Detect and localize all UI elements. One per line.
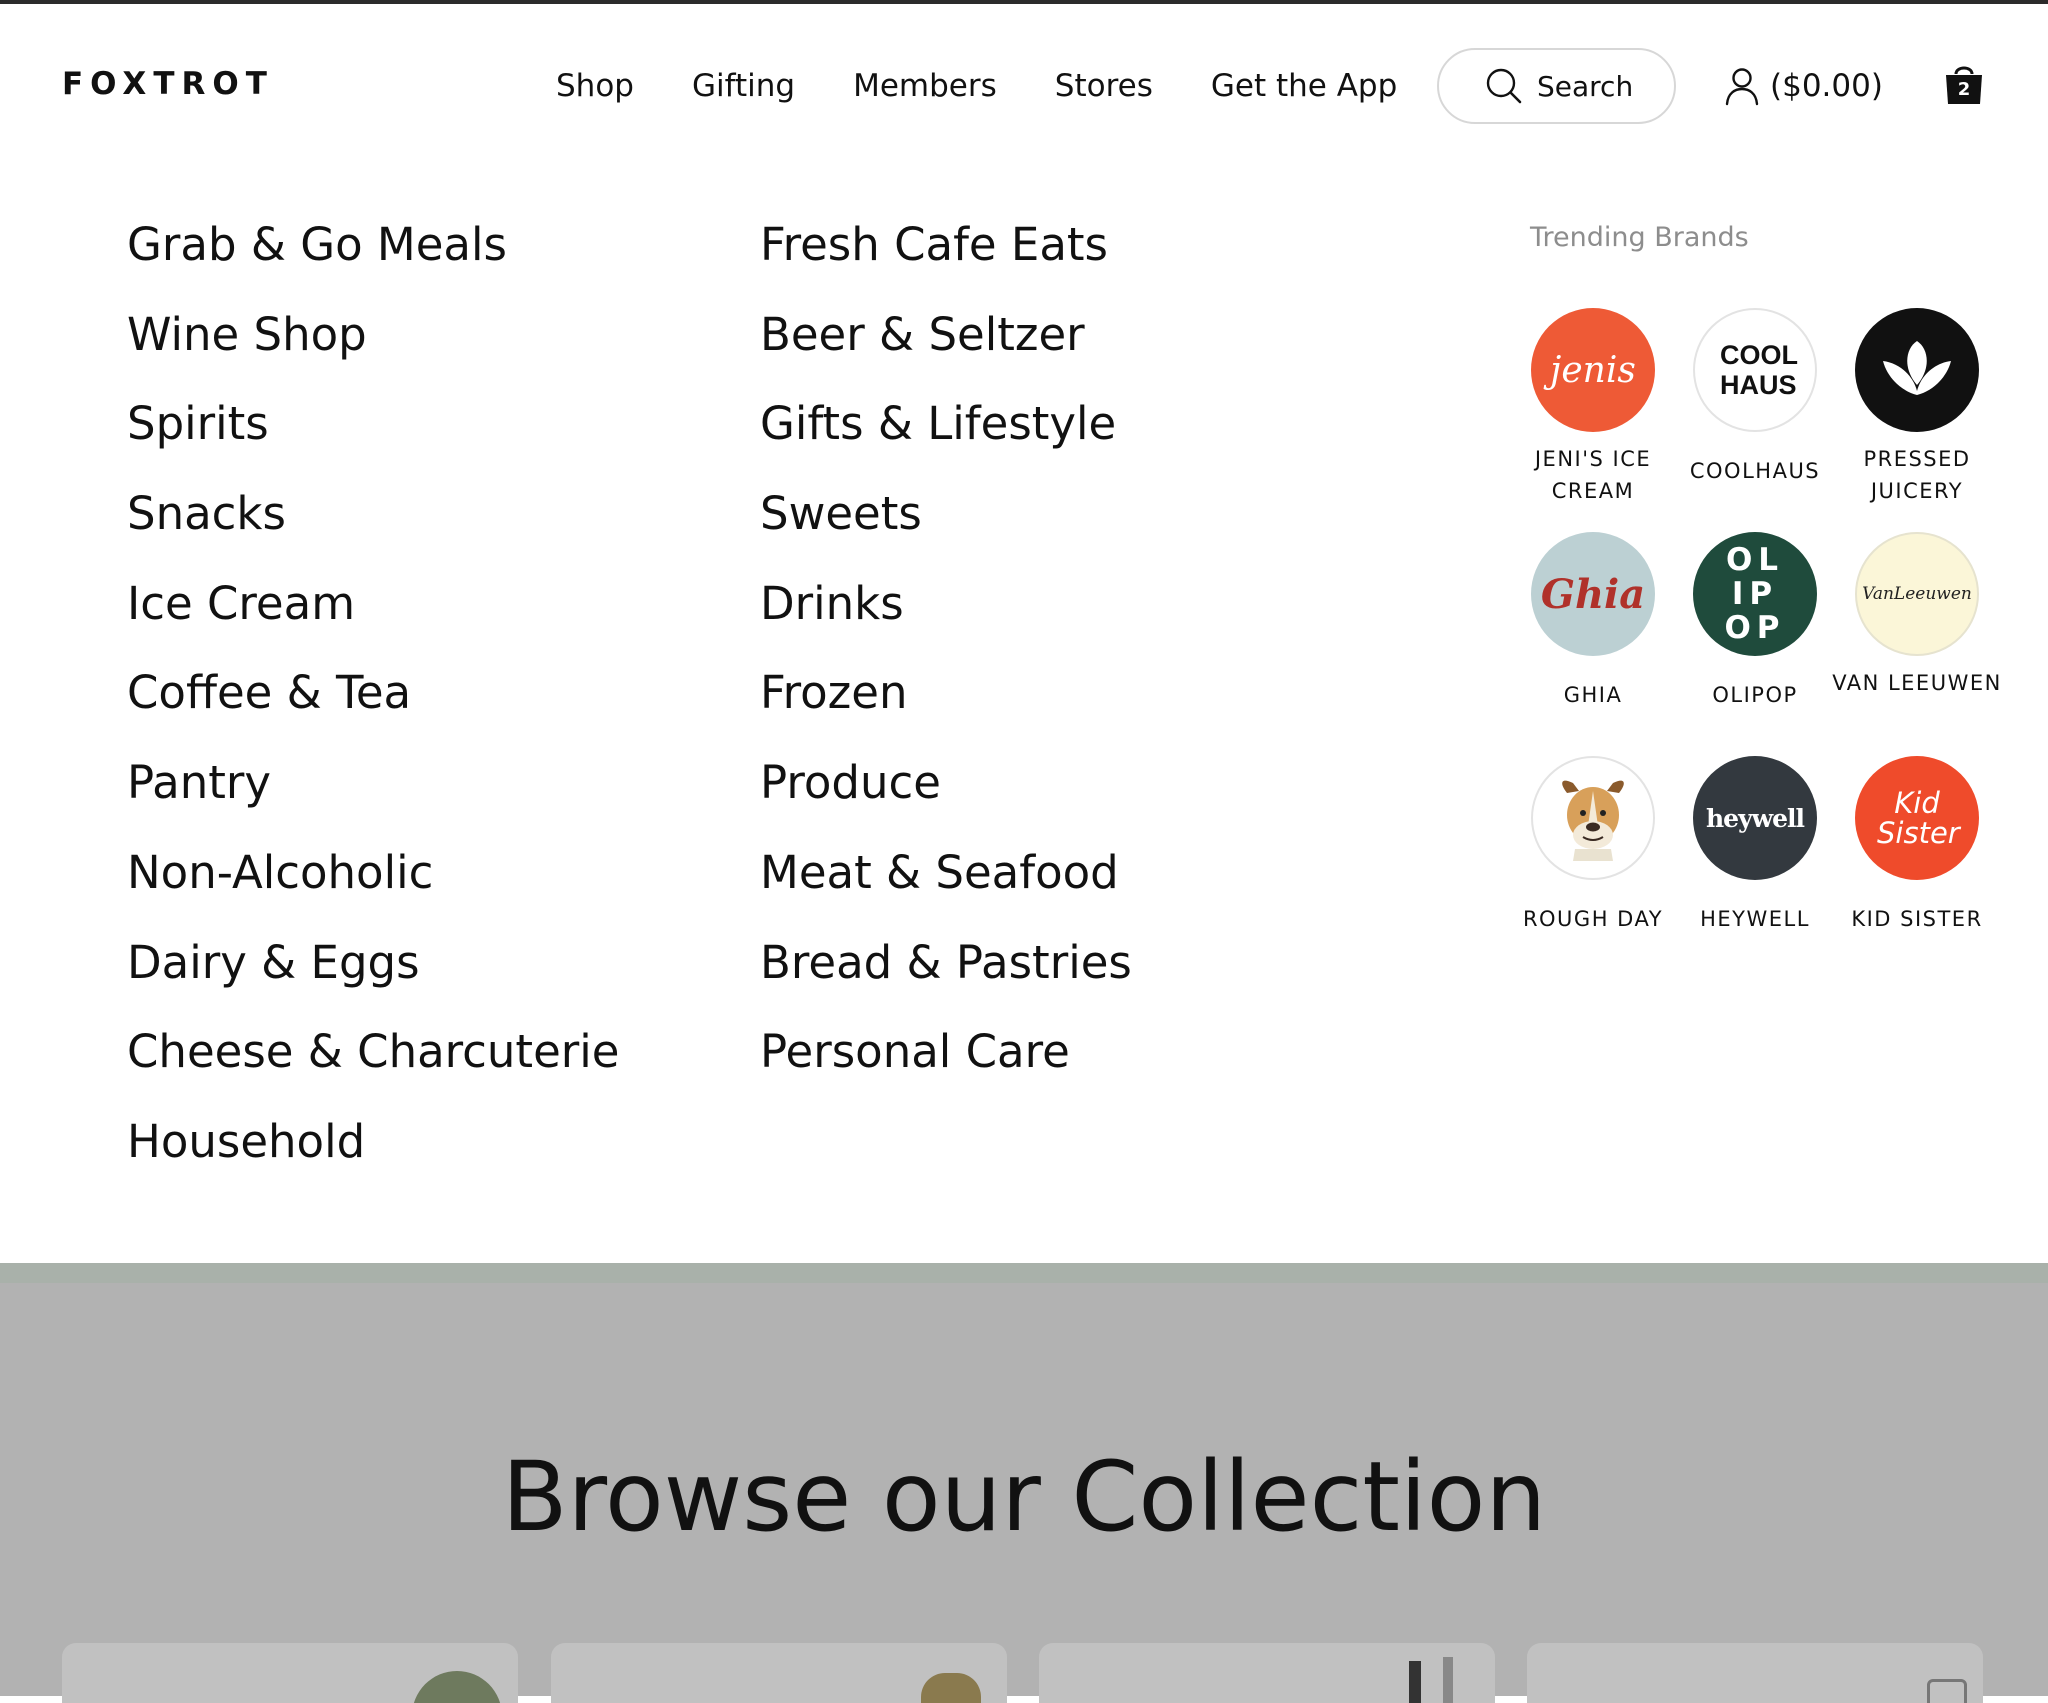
brand-name: JENI'S ICE CREAM [1534, 447, 1652, 503]
search-button[interactable]: Search [1437, 48, 1676, 124]
search-label: Search [1537, 69, 1634, 103]
brand-name: COOLHAUS [1689, 459, 1821, 483]
van-leeuwen-logo: VanLeeuwen [1855, 532, 1979, 656]
collection-card[interactable] [62, 1643, 518, 1703]
category-personal-care[interactable]: Personal Care [760, 1021, 1132, 1111]
category-pantry[interactable]: Pantry [127, 752, 619, 842]
category-coffee-and-tea[interactable]: Coffee & Tea [127, 662, 619, 752]
brand-name: GHIA [1563, 683, 1623, 707]
category-frozen[interactable]: Frozen [760, 662, 1132, 752]
section-divider [0, 1263, 2048, 1283]
category-household[interactable]: Household [127, 1111, 619, 1201]
user-icon [1725, 68, 1759, 106]
category-gifts-and-lifestyle[interactable]: Gifts & Lifestyle [760, 393, 1132, 483]
food-image [412, 1671, 502, 1703]
collection-card[interactable] [551, 1643, 1007, 1703]
category-sweets[interactable]: Sweets [760, 483, 1132, 573]
collection-card[interactable] [1527, 1643, 1983, 1703]
category-meat-and-seafood[interactable]: Meat & Seafood [760, 842, 1132, 932]
category-wine-shop[interactable]: Wine Shop [127, 304, 619, 394]
category-column-right: Fresh Cafe Eats Beer & Seltzer Gifts & L… [760, 214, 1132, 1111]
olipop-logo: OLIPOP [1693, 532, 1817, 656]
trending-brands-heading: Trending Brands [1530, 222, 1749, 253]
account-balance: ($0.00) [1770, 68, 1883, 104]
brand-heywell[interactable]: heywell HEYWELL [1670, 756, 1840, 935]
category-cheese-and-charcuterie[interactable]: Cheese & Charcuterie [127, 1021, 619, 1111]
nav-members[interactable]: Members [853, 68, 997, 104]
bulldog-logo-icon [1531, 756, 1655, 880]
browse-collection-section: Browse our Collection [0, 1263, 2048, 1703]
brand-name: HEYWELL [1700, 907, 1810, 931]
foxtrot-logo[interactable]: FOXTROT [62, 66, 274, 102]
brand-name: VAN LEEUWEN [1832, 671, 2002, 695]
nav-gifting[interactable]: Gifting [692, 68, 795, 104]
category-beer-and-seltzer[interactable]: Beer & Seltzer [760, 304, 1132, 394]
kid-sister-logo: Kid Sister [1855, 756, 1979, 880]
site-header: FOXTROT Shop Gifting Members Stores Get … [0, 4, 2048, 164]
ghia-logo: Ghia [1531, 532, 1655, 656]
brand-pressed-juicery[interactable]: PRESSED JUICERY [1832, 308, 2002, 507]
brand-name: PRESSED JUICERY [1863, 447, 1971, 503]
nav-shop[interactable]: Shop [556, 68, 634, 104]
leaf-logo-icon [1855, 308, 1979, 432]
brand-kid-sister[interactable]: Kid Sister KID SISTER [1832, 756, 2002, 935]
brand-jenis[interactable]: jenis JENI'S ICE CREAM [1508, 308, 1678, 507]
cart-count-badge: 2 [1957, 79, 1971, 100]
account-button[interactable]: ($0.00) [1724, 66, 1883, 106]
search-icon [1486, 68, 1522, 104]
coolhaus-logo: COOL HAUS [1693, 308, 1817, 432]
category-spirits[interactable]: Spirits [127, 393, 619, 483]
jenis-logo: jenis [1531, 308, 1655, 432]
category-fresh-cafe-eats[interactable]: Fresh Cafe Eats [760, 214, 1132, 304]
brand-olipop[interactable]: OLIPOP OLIPOP [1670, 532, 1840, 711]
collection-card[interactable] [1039, 1643, 1495, 1703]
category-snacks[interactable]: Snacks [127, 483, 619, 573]
category-dairy-and-eggs[interactable]: Dairy & Eggs [127, 932, 619, 1022]
nav-get-the-app[interactable]: Get the App [1211, 68, 1397, 104]
category-ice-cream[interactable]: Ice Cream [127, 573, 619, 663]
bottle-image [1443, 1657, 1453, 1703]
heywell-logo: heywell [1693, 756, 1817, 880]
bottle-image [1409, 1661, 1421, 1703]
brand-name: KID SISTER [1851, 907, 1983, 931]
food-image [921, 1673, 981, 1703]
category-bread-and-pastries[interactable]: Bread & Pastries [760, 932, 1132, 1022]
category-drinks[interactable]: Drinks [760, 573, 1132, 663]
brand-rough-day[interactable]: ROUGH DAY [1508, 756, 1678, 935]
category-column-left: Grab & Go Meals Wine Shop Spirits Snacks… [127, 214, 619, 1201]
brand-name: ROUGH DAY [1522, 907, 1664, 931]
brand-coolhaus[interactable]: COOL HAUS COOLHAUS [1670, 308, 1840, 487]
category-grab-and-go-meals[interactable]: Grab & Go Meals [127, 214, 619, 304]
category-non-alcoholic[interactable]: Non-Alcoholic [127, 842, 619, 932]
category-produce[interactable]: Produce [760, 752, 1132, 842]
cart-button[interactable]: 2 [1942, 62, 1986, 106]
browse-collection-title: Browse our Collection [501, 1441, 1547, 1553]
brand-ghia[interactable]: Ghia GHIA [1508, 532, 1678, 711]
product-image [1927, 1679, 1967, 1703]
brand-name: OLIPOP [1712, 683, 1798, 707]
brand-van-leeuwen[interactable]: VanLeeuwen VAN LEEUWEN [1832, 532, 2002, 699]
nav-stores[interactable]: Stores [1055, 68, 1153, 104]
main-nav: Shop Gifting Members Stores Get the App [556, 68, 1397, 104]
